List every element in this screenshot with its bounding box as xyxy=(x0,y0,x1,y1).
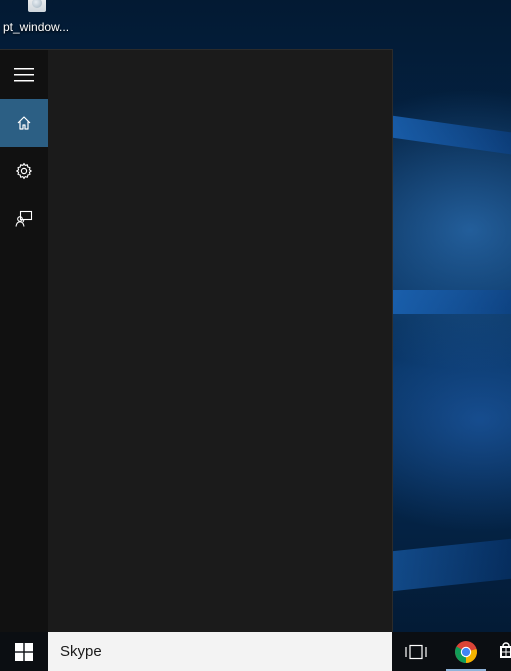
desktop: pt_window... Skype xyxy=(0,0,511,671)
taskbar: Skype xyxy=(0,632,511,671)
chrome-icon xyxy=(455,640,477,663)
cortana-panel xyxy=(0,49,393,633)
wallpaper-beam xyxy=(392,538,511,592)
task-view-icon xyxy=(405,644,427,659)
settings-button[interactable] xyxy=(0,147,48,195)
task-view-button[interactable] xyxy=(392,632,440,671)
feedback-icon xyxy=(15,210,33,227)
taskbar-search-input[interactable]: Skype xyxy=(48,632,392,671)
store-taskbar-button[interactable] xyxy=(494,632,511,671)
gear-icon xyxy=(16,162,32,180)
feedback-button[interactable] xyxy=(0,195,48,243)
search-text: Skype xyxy=(60,643,102,660)
start-windows-icon xyxy=(15,642,33,661)
desktop-file-shortcut[interactable]: pt_window... xyxy=(0,0,76,40)
wallpaper-beam xyxy=(392,290,511,314)
home-icon xyxy=(17,116,31,130)
start-button[interactable] xyxy=(0,632,48,671)
wallpaper-beam xyxy=(392,115,511,155)
home-button[interactable] xyxy=(0,99,48,147)
hamburger-menu-icon xyxy=(14,68,34,82)
panel-nav-rail xyxy=(0,50,48,633)
file-icon xyxy=(28,0,46,12)
store-icon xyxy=(500,642,511,658)
cortana-content-area xyxy=(48,50,392,633)
menu-button[interactable] xyxy=(0,51,48,99)
desktop-icon-label: pt_window... xyxy=(3,20,70,34)
chrome-taskbar-button[interactable] xyxy=(442,632,490,671)
